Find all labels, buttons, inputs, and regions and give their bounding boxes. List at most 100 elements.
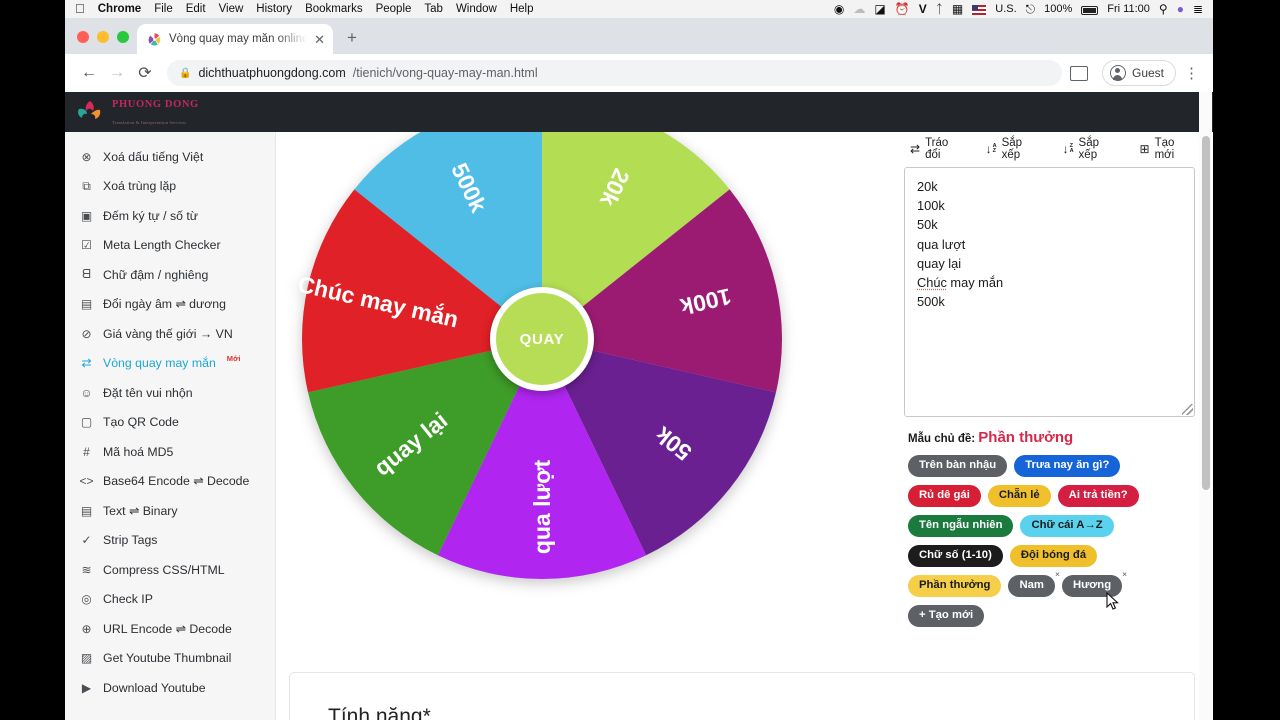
alarm-icon[interactable]: ⏰ [895,3,910,15]
sidebar-item-9[interactable]: ▢ Tạo QR Code [65,408,275,438]
browser-toolbar: ← → ⟳ 🔒 dichthuatphuongdong.com/tienich/… [65,54,1213,92]
page-scrollbar-thumb[interactable] [1201,136,1210,490]
lucky-wheel[interactable]: 20k 100k 50k qua lượt quay lại Chúc may mắn 50… [297,132,787,584]
search-icon[interactable]: ⚲ [1159,3,1168,15]
topic-tag-6[interactable]: Chữ cái A→Z [1020,515,1114,537]
topic-tag-4[interactable]: Ai trả tiền? [1057,485,1139,507]
cloud-icon[interactable]: ☁ [853,3,865,15]
cast-icon[interactable] [1069,65,1088,81]
textarea-resize-handle[interactable] [1182,404,1193,415]
sidebar-item-15[interactable]: ◎ Check IP [65,585,275,615]
close-tab-icon[interactable]: ✕ [314,33,325,46]
sidebar-item-11[interactable]: <> Base64 Encode ⇌ Decode [65,467,275,497]
clock-label[interactable]: Fri 11:00 [1107,3,1150,15]
topic-tag-9[interactable]: Phần thưởng [908,575,1002,597]
menu-tab[interactable]: Tab [424,3,443,15]
menu-chrome[interactable]: Chrome [98,3,141,15]
topic-tag-5[interactable]: Tên ngẫu nhiên [908,515,1014,537]
topic-tag-11[interactable]: Hương [1061,575,1123,597]
sidebar-item-6[interactable]: ⊘ Giá vàng thế giới → VN [65,319,275,349]
create-new-button[interactable]: ⊞ Tạo mới [1140,137,1196,161]
sort-az-button[interactable]: ↓ A Z Sắp xếp [986,137,1042,161]
menu-history[interactable]: History [256,3,292,15]
sidebar-item-7[interactable]: ⇄ Vòng quay may mắn Mới [65,349,275,379]
menu-help[interactable]: Help [510,3,534,15]
menu-people[interactable]: People [376,3,412,15]
entry-line: 20k [917,179,938,194]
dnd-icon[interactable]: ◪ [874,3,885,15]
menu-bookmarks[interactable]: Bookmarks [305,3,363,15]
wifi-icon[interactable]: ⎋ [1026,3,1036,15]
browser-tab[interactable]: Vòng quay may mắn online, vò ✕ [137,24,333,54]
spin-button[interactable]: QUAY [490,287,594,391]
topic-tag-0[interactable]: Trên bàn nhậu [908,455,1008,477]
topic-tag-7[interactable]: Chữ số (1-10) [908,545,1003,567]
chrome-menu-icon[interactable]: ⋮ [1180,64,1203,82]
opera-icon[interactable]: ◉ [834,3,844,15]
menu-edit[interactable]: Edit [186,3,206,15]
topic-prefix: Mẫu chủ đề: [908,433,976,445]
lock-icon: 🔒 [179,67,192,79]
sidebar-item-13[interactable]: ✓ Strip Tags [65,526,275,556]
sidebar-item-17[interactable]: ▨ Get Youtube Thumbnail [65,644,275,674]
siri-icon[interactable]: ● [1177,3,1184,15]
new-tab-button[interactable]: + [347,29,357,46]
minimize-window-button[interactable] [97,31,109,43]
entries-textarea[interactable]: 20k 100k 50k qua lượt quay lại Chúc may mắn 50… [904,167,1195,417]
control-center-icon[interactable]: ≣ [1193,3,1203,15]
topic-tag-12[interactable]: + Tạo mới [908,605,985,627]
sidebar-item-8[interactable]: ☺ Đặt tên vui nhộn [65,378,275,408]
sidebar-item-16[interactable]: ⊕ URL Encode ⇌ Decode [65,614,275,644]
sidebar-item-14[interactable]: ≋ Compress CSS/HTML [65,555,275,585]
apple-logo-icon[interactable]:  [75,2,85,15]
target-icon: ◎ [81,592,92,607]
sidebar-item-1[interactable]: ⧉ Xoá trùng lặp [65,172,275,202]
topic-tag-2[interactable]: Rủ dê gái [908,485,981,507]
sidebar-item-4[interactable]: ᗺ Chữ đậm / nghiêng [65,260,275,290]
main-content: 20k 100k 50k qua lượt quay lại Chúc may mắn 50… [276,132,1213,720]
avatar [1109,65,1126,81]
tab-strip: Vòng quay may mắn online, vò ✕ + [65,18,1213,54]
topic-tag-wrap: Hương × [1061,569,1127,597]
topic-tag-wrap: Chữ cái A→Z [1020,515,1114,537]
maximize-window-button[interactable] [117,31,129,43]
menu-file[interactable]: File [154,3,173,15]
macos-menu-bar-inner:  Chrome File Edit View History Bookmark… [65,0,1213,18]
keyboard-icon[interactable]: ▦ [952,3,963,15]
back-button[interactable]: ← [75,59,103,87]
topic-tag-3[interactable]: Chẵn lẻ [987,485,1051,507]
sidebar-item-18[interactable]: ▶ Download Youtube [65,673,275,703]
sidebar-item-2[interactable]: ▣ Đếm ký tự / số từ [65,201,275,231]
shuffle-button[interactable]: ⇄ Tráo đổi [910,137,965,161]
flag-icon[interactable] [972,5,987,15]
sidebar-item-label: Chữ đậm / nghiêng [103,267,209,282]
sidebar-item-5[interactable]: ▤ Đổi ngày âm ⇌ dương [65,290,275,320]
close-window-button[interactable] [77,31,89,43]
topic-tag-8[interactable]: Đội bóng đá [1009,545,1098,567]
menu-window[interactable]: Window [456,3,497,15]
profile-button[interactable]: Guest [1101,60,1176,86]
topic-tag-remove-icon[interactable]: × [1122,569,1127,579]
topic-tag-10[interactable]: Nam [1008,575,1055,597]
topic-tag-remove-icon[interactable]: × [1055,569,1060,579]
v-icon[interactable]: V [919,3,927,15]
tab-title: Vòng quay may mắn online, vò [169,33,308,45]
page-scrollbar[interactable] [1199,92,1212,720]
check-circle-icon: ✓ [81,533,92,548]
address-bar[interactable]: 🔒 dichthuatphuongdong.com/tienich/vong-q… [167,60,1062,86]
reload-button[interactable]: ⟳ [131,59,159,87]
profile-label: Guest [1131,66,1164,80]
sidebar-item-12[interactable]: ▤ Text ⇌ Binary [65,496,275,526]
sort-za-button[interactable]: ↓ Z A Sắp xếp [1063,137,1119,161]
menu-view[interactable]: View [219,3,244,15]
site-logo[interactable]: PHUONG DONG Translation & Interpretation… [75,95,199,129]
forward-button[interactable]: → [103,59,131,87]
site-logo-subtitle: Translation & Interpretation Services [112,120,187,125]
site-logo-text: PHUONG DONG Translation & Interpretation… [112,95,199,129]
sidebar-item-3[interactable]: ☑ Meta Length Checker [65,231,275,261]
topic-tag-1[interactable]: Trưa nay ăn gì? [1014,455,1121,477]
topic-tag-wrap: Nam × [1008,569,1060,597]
bluetooth-icon[interactable]: ᛏ [936,3,943,15]
sidebar-item-10[interactable]: # Mã hoá MD5 [65,437,275,467]
sidebar-item-0[interactable]: ⊗ Xoá dấu tiếng Việt [65,142,275,172]
